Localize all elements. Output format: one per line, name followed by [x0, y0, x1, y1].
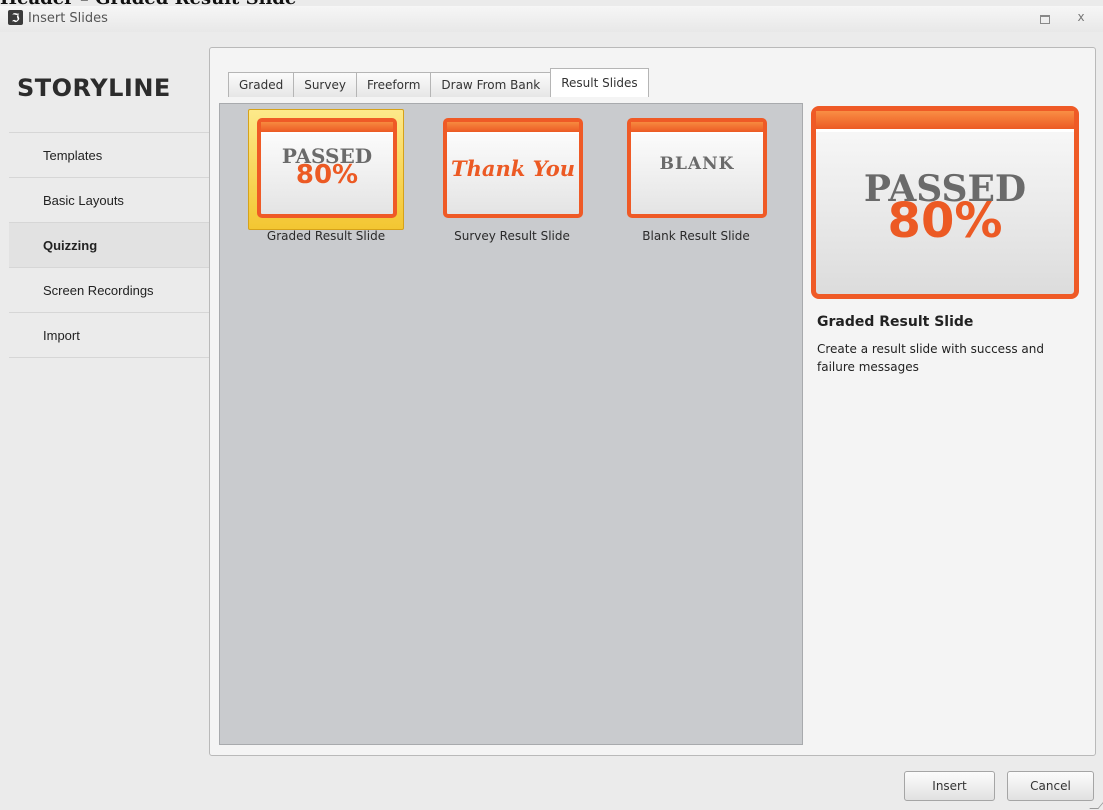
minimize-icon — [1040, 15, 1050, 24]
tab-result-slides[interactable]: Result Slides — [550, 68, 649, 97]
close-button[interactable]: x — [1072, 10, 1090, 26]
window-title: Insert Slides — [28, 11, 108, 26]
slide-thumbnail: BLANK — [627, 118, 767, 218]
tab-survey[interactable]: Survey — [293, 72, 357, 97]
main-panel: Graded Survey Freeform Draw From Bank Re… — [209, 47, 1096, 756]
tab-draw-from-bank[interactable]: Draw From Bank — [430, 72, 552, 97]
tab-freeform[interactable]: Freeform — [355, 72, 432, 97]
slide-preview: PASSED 80% — [811, 106, 1079, 299]
slide-thumbnail: PASSED 80% — [257, 118, 397, 218]
slide-gallery: PASSED 80% Graded Result Slide Thank You… — [219, 103, 803, 745]
resize-grip[interactable] — [1089, 800, 1103, 809]
sidebar-item-label: Templates — [43, 147, 103, 163]
title-bar: ℑ Insert Slides x — [0, 6, 1103, 32]
cancel-button[interactable]: Cancel — [1007, 771, 1094, 801]
thumbnail-band — [631, 122, 763, 134]
tab-graded[interactable]: Graded — [228, 72, 295, 97]
sidebar: Templates Basic Layouts Quizzing Screen … — [9, 132, 210, 358]
tab-bar: Graded Survey Freeform Draw From Bank Re… — [228, 68, 649, 97]
sidebar-item-basic-layouts[interactable]: Basic Layouts — [9, 177, 210, 222]
insert-button[interactable]: Insert — [904, 771, 995, 801]
preview-title: Graded Result Slide — [817, 314, 974, 330]
thumbnail-blank-text: BLANK — [659, 154, 735, 174]
slide-label: Blank Result Slide — [642, 229, 750, 243]
blank-result-slide-item[interactable]: BLANK Blank Result Slide — [616, 109, 776, 249]
slide-label: Graded Result Slide — [266, 229, 386, 243]
preview-percent-text: 80% — [887, 193, 1003, 249]
thumbnail-band — [261, 122, 393, 134]
sidebar-item-templates[interactable]: Templates — [9, 132, 210, 177]
preview-description: Create a result slide with success and f… — [817, 342, 1044, 374]
sidebar-item-label: Import — [43, 327, 80, 343]
sidebar-item-import[interactable]: Import — [9, 312, 210, 358]
sidebar-item-label: Screen Recordings — [43, 282, 154, 298]
graded-result-slide-item[interactable]: PASSED 80% Graded Result Slide — [246, 109, 406, 249]
sidebar-item-screen-recordings[interactable]: Screen Recordings — [9, 267, 210, 312]
brand-logo: STORYLINE — [17, 74, 171, 102]
survey-result-slide-item[interactable]: Thank You Survey Result Slide — [432, 109, 592, 249]
sidebar-item-label: Basic Layouts — [43, 192, 124, 208]
thumbnail-percent-text: 80% — [295, 160, 359, 190]
preview-band — [816, 111, 1074, 132]
sidebar-item-label: Quizzing — [43, 237, 98, 253]
sidebar-item-quizzing[interactable]: Quizzing — [9, 222, 210, 267]
thumbnail-thank-you-text: Thank You — [450, 156, 576, 181]
minimize-button[interactable] — [1036, 10, 1054, 26]
slide-thumbnail: Thank You — [443, 118, 583, 218]
slide-label: Survey Result Slide — [454, 229, 570, 243]
thumbnail-band — [447, 122, 579, 134]
app-icon: ℑ — [8, 10, 23, 25]
